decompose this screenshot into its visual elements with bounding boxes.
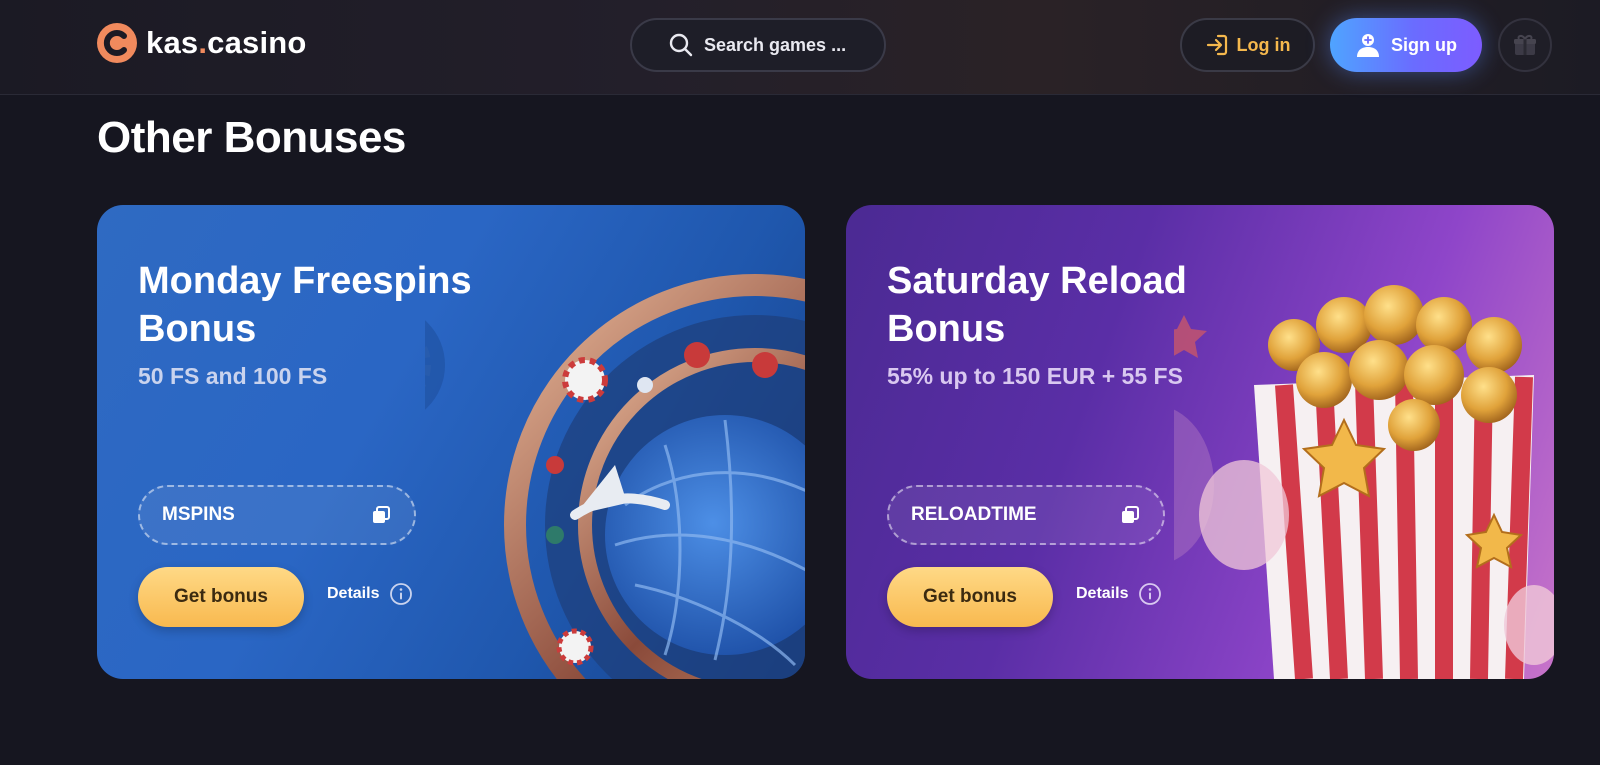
details-link[interactable]: Details <box>327 582 413 606</box>
card-subtitle: 50 FS and 100 FS <box>138 363 328 389</box>
details-label: Details <box>327 585 380 602</box>
get-bonus-label: Get bonus <box>174 586 268 607</box>
copy-icon[interactable] <box>370 504 392 526</box>
get-bonus-button[interactable]: Get bonus <box>887 567 1053 627</box>
get-bonus-button[interactable]: Get bonus <box>138 567 304 627</box>
promo-code-field[interactable]: RELOADTIME <box>887 485 1165 545</box>
promo-code: MSPINS <box>162 504 235 525</box>
search-placeholder: Search games ... <box>704 34 847 55</box>
login-icon <box>1206 34 1227 56</box>
promo-code-field[interactable]: MSPINS <box>138 485 416 545</box>
info-icon <box>1139 583 1162 605</box>
login-button[interactable]: Log in <box>1180 18 1315 72</box>
info-icon <box>390 583 413 605</box>
site-logo[interactable]: kas.casino <box>96 22 307 64</box>
search-input[interactable]: Search games ... <box>630 18 886 72</box>
copy-icon[interactable] <box>1119 504 1141 526</box>
details-link[interactable]: Details <box>1076 582 1162 606</box>
user-add-icon <box>1357 34 1379 57</box>
signup-label: Sign up <box>1391 34 1457 55</box>
signup-button[interactable]: Sign up <box>1330 18 1482 72</box>
details-label: Details <box>1076 585 1129 602</box>
card-title: Monday Freespins Bonus <box>138 260 472 350</box>
gift-icon <box>1514 35 1536 55</box>
promo-code: RELOADTIME <box>911 504 1037 525</box>
card-title: Saturday Reload Bonus <box>887 260 1187 350</box>
search-icon <box>669 33 693 57</box>
section-title: Other Bonuses <box>97 113 406 162</box>
bonus-card-saturday: Saturday Reload Bonus 55% up to 150 EUR … <box>846 205 1554 679</box>
gift-button[interactable] <box>1498 18 1552 72</box>
bonus-card-monday: Monday Freespins Bonus 50 FS and 100 FS … <box>97 205 805 679</box>
logo-mark-icon <box>97 23 137 63</box>
login-label: Log in <box>1236 34 1291 55</box>
card-subtitle: 55% up to 150 EUR + 55 FS <box>887 363 1183 389</box>
logo-text: kas.casino <box>146 25 307 60</box>
get-bonus-label: Get bonus <box>923 586 1017 607</box>
site-header: kas.casino Search games ... Log in Sign … <box>0 0 1600 95</box>
